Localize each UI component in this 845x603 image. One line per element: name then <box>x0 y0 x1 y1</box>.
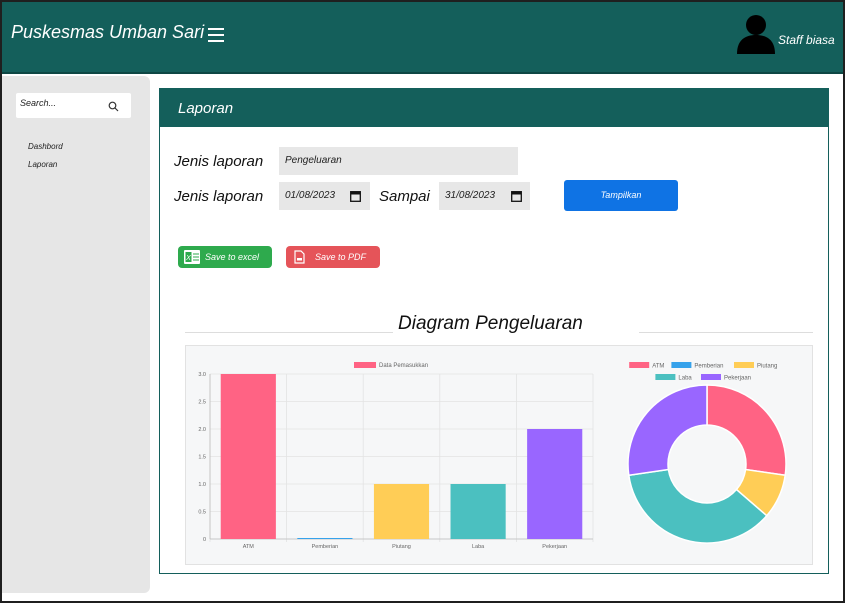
x-tick-label: ATM <box>243 544 255 550</box>
chart-area: Data Pemasukkan 3.0 2.5 2.0 1.5 1.0 0.5 0 ATM Pem… <box>185 345 813 565</box>
donut-chart: ATM Pemberian Piutang Laba Pekerjaan <box>627 362 787 544</box>
menu-icon[interactable] <box>208 28 224 42</box>
calendar-icon[interactable] <box>511 191 522 202</box>
legend-label: Piutang <box>757 364 777 370</box>
report-panel: Laporan Jenis laporan Pengeluaran Jenis … <box>159 88 829 574</box>
bar <box>220 374 276 539</box>
bar <box>297 538 353 539</box>
bar-chart: Data Pemasukkan 3.0 2.5 2.0 1.5 1.0 0.5 0 ATM Pem… <box>198 362 594 550</box>
donut-slice <box>706 384 787 477</box>
excel-icon: X <box>184 250 200 264</box>
sidebar-item-laporan[interactable]: Laporan <box>28 160 57 169</box>
x-tick-label: Piutang <box>392 544 411 550</box>
user-name[interactable]: Staff biasa <box>778 33 835 47</box>
y-tick-label: 1.0 <box>198 482 206 488</box>
bar <box>373 484 430 539</box>
app-title: Puskesmas Umban Sari <box>11 22 205 42</box>
donut-slice <box>627 384 708 477</box>
jenis-laporan-field[interactable]: Pengeluaran <box>279 147 518 175</box>
sampai-label: Sampai <box>379 188 430 205</box>
x-tick-label: Pemberian <box>312 544 339 550</box>
calendar-icon[interactable] <box>350 191 361 202</box>
divider <box>639 332 813 333</box>
panel-header: Laporan <box>160 89 828 127</box>
search-icon[interactable] <box>108 101 119 112</box>
y-tick-label: 0.5 <box>198 510 206 516</box>
pdf-file-icon <box>294 250 305 264</box>
y-tick-label: 1.5 <box>198 455 206 461</box>
legend-label: Pemberian <box>694 364 723 370</box>
end-date-field[interactable]: 31/08/2023 <box>439 182 530 210</box>
legend-label: Data Pemasukkan <box>379 363 428 369</box>
legend-swatch <box>671 362 692 368</box>
jenis-laporan-label: Jenis laporan <box>174 153 264 170</box>
legend-label: Laba <box>678 376 692 382</box>
divider <box>185 332 393 333</box>
legend-swatch <box>629 362 650 368</box>
y-tick-label: 3.0 <box>198 372 206 378</box>
y-tick-label: 2.0 <box>198 427 206 433</box>
x-tick-label: Laba <box>472 544 485 550</box>
periode-label: Jenis laporan <box>174 188 264 205</box>
end-date-value: 31/08/2023 <box>445 190 496 201</box>
x-tick-label: Pekerjaan <box>542 544 567 550</box>
panel-title: Laporan <box>178 100 234 117</box>
save-pdf-label: Save to PDF <box>315 252 367 262</box>
y-tick-label: 0 <box>203 537 206 543</box>
sidebar: Dashbord Laporan <box>2 76 150 593</box>
diagram-title: Diagram Pengeluaran <box>398 313 583 334</box>
user-avatar-icon[interactable] <box>735 14 777 54</box>
start-date-field[interactable]: 01/08/2023 <box>279 182 370 210</box>
legend-label: ATM <box>652 364 664 370</box>
legend-swatch <box>734 362 754 368</box>
search-box <box>16 93 131 118</box>
legend-swatch <box>655 374 676 380</box>
bar <box>527 429 583 539</box>
top-navbar: Puskesmas Umban Sari Staff biasa <box>2 2 843 74</box>
legend-swatch <box>701 374 721 380</box>
start-date-value: 01/08/2023 <box>285 190 336 201</box>
sidebar-item-dashboard[interactable]: Dashbord <box>28 142 63 151</box>
legend-label: Pekerjaan <box>724 376 751 382</box>
save-excel-button[interactable]: X Save to excel <box>178 246 272 268</box>
y-tick-label: 2.5 <box>198 400 206 406</box>
svg-text:X: X <box>185 255 191 262</box>
search-input[interactable] <box>20 98 100 108</box>
save-pdf-button[interactable]: Save to PDF <box>286 246 380 268</box>
bar <box>450 484 506 539</box>
legend-swatch <box>354 362 376 368</box>
save-excel-label: Save to excel <box>205 252 260 262</box>
app-window: Puskesmas Umban Sari Staff biasa Dashbor… <box>0 0 845 603</box>
jenis-laporan-value: Pengeluaran <box>285 155 342 166</box>
tampilkan-button[interactable]: Tampilkan <box>564 180 678 211</box>
